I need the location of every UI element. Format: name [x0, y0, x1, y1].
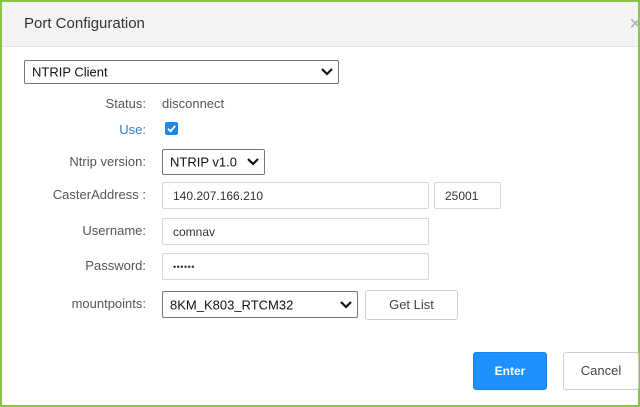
caster-port-value: 25001 — [445, 188, 479, 203]
username-label: Username: — [82, 223, 146, 238]
ntrip-version-value: NTRIP v1.0 — [170, 154, 237, 170]
password-label: Password: — [85, 258, 146, 273]
username-input[interactable]: comnav — [162, 218, 429, 245]
chevron-down-icon — [321, 68, 333, 76]
status-label: Status: — [105, 96, 146, 111]
chevron-down-icon — [340, 300, 352, 309]
port-type-value: NTRIP Client — [32, 64, 108, 80]
close-icon[interactable]: ✕ — [629, 14, 640, 34]
use-label: Use: — [119, 122, 146, 137]
mountpoints-label: mountpoints: — [71, 296, 146, 311]
port-configuration-dialog: Port Configuration ✕ NTRIP Client Status… — [0, 0, 640, 407]
cancel-button[interactable]: Cancel — [563, 352, 639, 390]
caster-address-input[interactable]: 140.207.166.210 — [162, 182, 429, 209]
dialog-titlebar: Port Configuration ✕ — [2, 2, 640, 47]
password-input[interactable]: •••••• — [162, 253, 429, 280]
chevron-down-icon — [247, 158, 259, 166]
ntrip-version-label: Ntrip version: — [69, 154, 146, 169]
status-value: disconnect — [162, 96, 225, 111]
caster-address-value: 140.207.166.210 — [173, 188, 264, 203]
caster-address-label: CasterAddress : — [52, 187, 146, 202]
use-checkbox[interactable] — [165, 122, 178, 135]
username-value: comnav — [173, 224, 216, 239]
get-list-button[interactable]: Get List — [365, 290, 458, 320]
port-type-select[interactable]: NTRIP Client — [24, 60, 339, 84]
ntrip-version-select[interactable]: NTRIP v1.0 — [162, 149, 265, 175]
checkmark-icon — [167, 125, 176, 133]
caster-port-input[interactable]: 25001 — [434, 182, 501, 209]
enter-button[interactable]: Enter — [473, 352, 547, 390]
password-value: •••••• — [173, 261, 195, 272]
mountpoints-select[interactable]: 8KM_K803_RTCM32 — [162, 291, 358, 318]
dialog-title: Port Configuration — [24, 15, 145, 32]
mountpoints-value: 8KM_K803_RTCM32 — [170, 297, 294, 312]
